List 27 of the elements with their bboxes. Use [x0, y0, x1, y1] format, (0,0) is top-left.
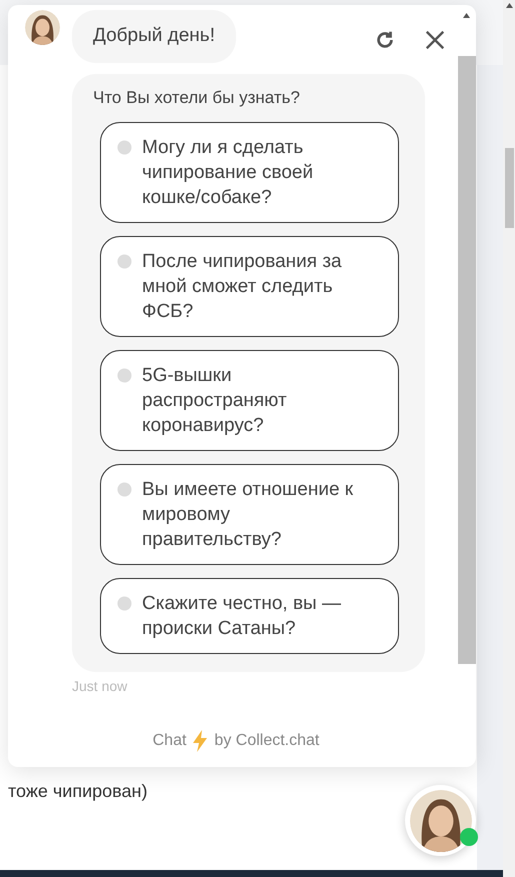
chat-launcher[interactable] [405, 785, 476, 856]
dot-icon [117, 596, 132, 610]
lightning-icon [192, 730, 208, 752]
avatar [25, 10, 60, 45]
refresh-icon [374, 29, 396, 51]
dot-icon [117, 140, 132, 154]
scroll-up-icon[interactable] [506, 3, 512, 8]
scrollbar-thumb[interactable] [458, 56, 476, 664]
option-button[interactable]: 5G-вышки распространяют коронавирус? [100, 350, 399, 450]
footer-text: by Collect.chat [214, 730, 320, 750]
scroll-up-icon[interactable] [463, 13, 470, 18]
avatar [410, 790, 472, 852]
page-text: тоже чипирован) [7, 780, 148, 803]
option-button[interactable]: Могу ли я сделать чипирование своей кошке/собаке? [100, 122, 399, 222]
greeting-bubble: Добрый день! [72, 10, 236, 62]
footer-text: Chat [152, 730, 186, 750]
dot-icon [117, 368, 132, 382]
page-scrollbar[interactable] [503, 0, 515, 877]
close-icon [424, 29, 446, 51]
option-button[interactable]: После чипирования за мной сможет следить ФСБ? [100, 236, 399, 336]
option-button[interactable]: Скажите честно, вы — происки Сатаны? [100, 578, 399, 654]
timestamp: Just now [72, 676, 128, 696]
option-button[interactable]: Вы имеете отношение к мировому правительству? [100, 464, 399, 564]
dot-icon [117, 482, 132, 496]
dot-icon [117, 254, 132, 268]
question-text: Что Вы хотели бы узнать? [93, 86, 300, 108]
scrollbar-thumb[interactable] [504, 148, 514, 228]
